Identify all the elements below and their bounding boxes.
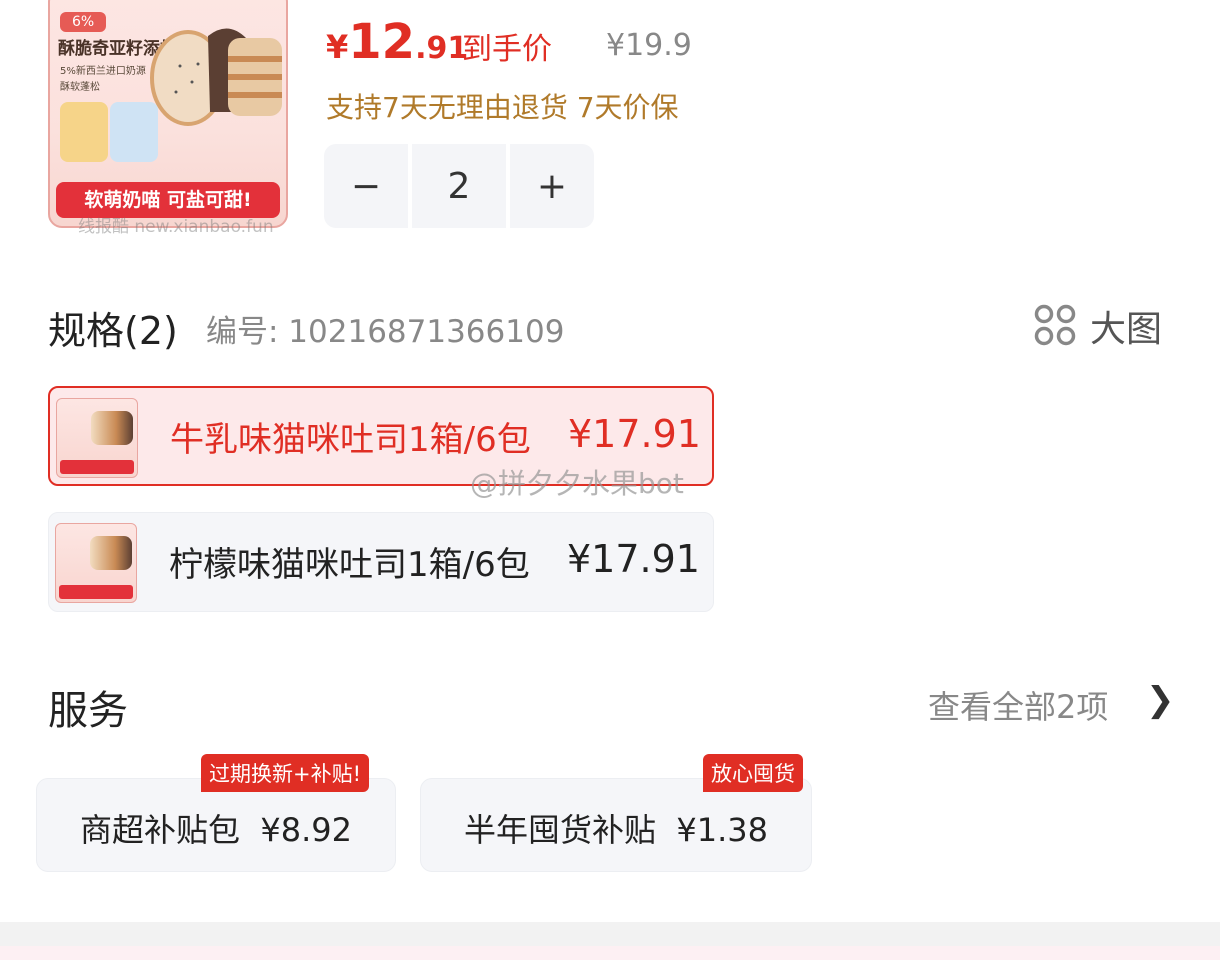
- quantity-value[interactable]: 2: [412, 144, 506, 228]
- option-price: ¥17.91: [568, 412, 701, 456]
- price-integer: 12: [348, 14, 416, 70]
- quantity-decrease-button[interactable]: −: [324, 144, 408, 228]
- service-card-label: 商超补贴包 ¥8.92: [37, 805, 395, 851]
- weibo-watermark: @拼夕夕水果bot: [470, 467, 684, 500]
- spec-option-lemon[interactable]: 柠檬味猫咪吐司1箱/6包 ¥17.91: [48, 512, 714, 612]
- option-bread-image: [90, 536, 132, 570]
- option-thumb-banner: [60, 460, 134, 474]
- final-price-label: 到手价: [462, 32, 552, 67]
- spec-section-title: 规格(2): [48, 309, 178, 353]
- original-price: ¥19.9: [606, 28, 692, 63]
- option-thumbnail: [55, 523, 137, 603]
- thumb-watermark: 线报酷 new.xianbao.fun: [78, 217, 274, 237]
- thumb-pack-yellow: [60, 102, 108, 162]
- thumb-feature-2: 酥软蓬松: [60, 82, 100, 93]
- spec-item-code: 编号: 10216871366109: [206, 314, 565, 350]
- bread-slices-image: [150, 28, 282, 126]
- service-badge: 过期换新+补贴!: [201, 754, 370, 792]
- product-thumbnail[interactable]: 6% 酥脆奇亚籽添加 5%新西兰进口奶源 酥软蓬松 软萌奶喵 可盐可甜!: [48, 0, 288, 228]
- bottom-strip: [0, 946, 1220, 960]
- return-guarantee-text: 支持7天无理由退货 7天价保: [326, 91, 679, 124]
- service-badge: 放心囤货: [703, 754, 803, 792]
- service-name: 商超补贴包: [80, 811, 241, 849]
- option-price: ¥17.91: [567, 537, 700, 581]
- price-currency: ¥: [326, 28, 349, 66]
- service-card-supermarket-subsidy[interactable]: 商超补贴包 ¥8.92: [36, 778, 396, 872]
- quantity-stepper: − 2 +: [324, 144, 594, 228]
- option-name: 牛乳味猫咪吐司1箱/6包: [170, 420, 531, 460]
- service-card-stockup-subsidy[interactable]: 半年囤货补贴 ¥1.38: [420, 778, 812, 872]
- final-price: ¥12.91: [326, 14, 468, 70]
- quantity-increase-button[interactable]: +: [510, 144, 594, 228]
- thumb-discount-badge: 6%: [60, 12, 107, 32]
- grid-icon[interactable]: [1034, 304, 1076, 346]
- option-bread-image: [91, 411, 133, 445]
- option-name: 柠檬味猫咪吐司1箱/6包: [169, 545, 530, 585]
- chevron-right-icon[interactable]: ❯: [1146, 680, 1175, 720]
- thumb-feature-1: 5%新西兰进口奶源: [60, 66, 146, 77]
- service-price: ¥8.92: [260, 811, 352, 849]
- service-section-title: 服务: [48, 688, 128, 734]
- view-all-services-link[interactable]: 查看全部2项: [928, 682, 1108, 728]
- service-name: 半年囤货补贴: [464, 811, 657, 849]
- service-card-label: 半年囤货补贴 ¥1.38: [421, 805, 811, 851]
- option-thumb-banner: [59, 585, 133, 599]
- option-thumbnail: [56, 398, 138, 478]
- big-picture-button[interactable]: 大图: [1090, 300, 1162, 352]
- service-price: ¥1.38: [676, 811, 768, 849]
- price-decimal: .91: [415, 31, 469, 66]
- thumb-pack-blue: [110, 102, 158, 162]
